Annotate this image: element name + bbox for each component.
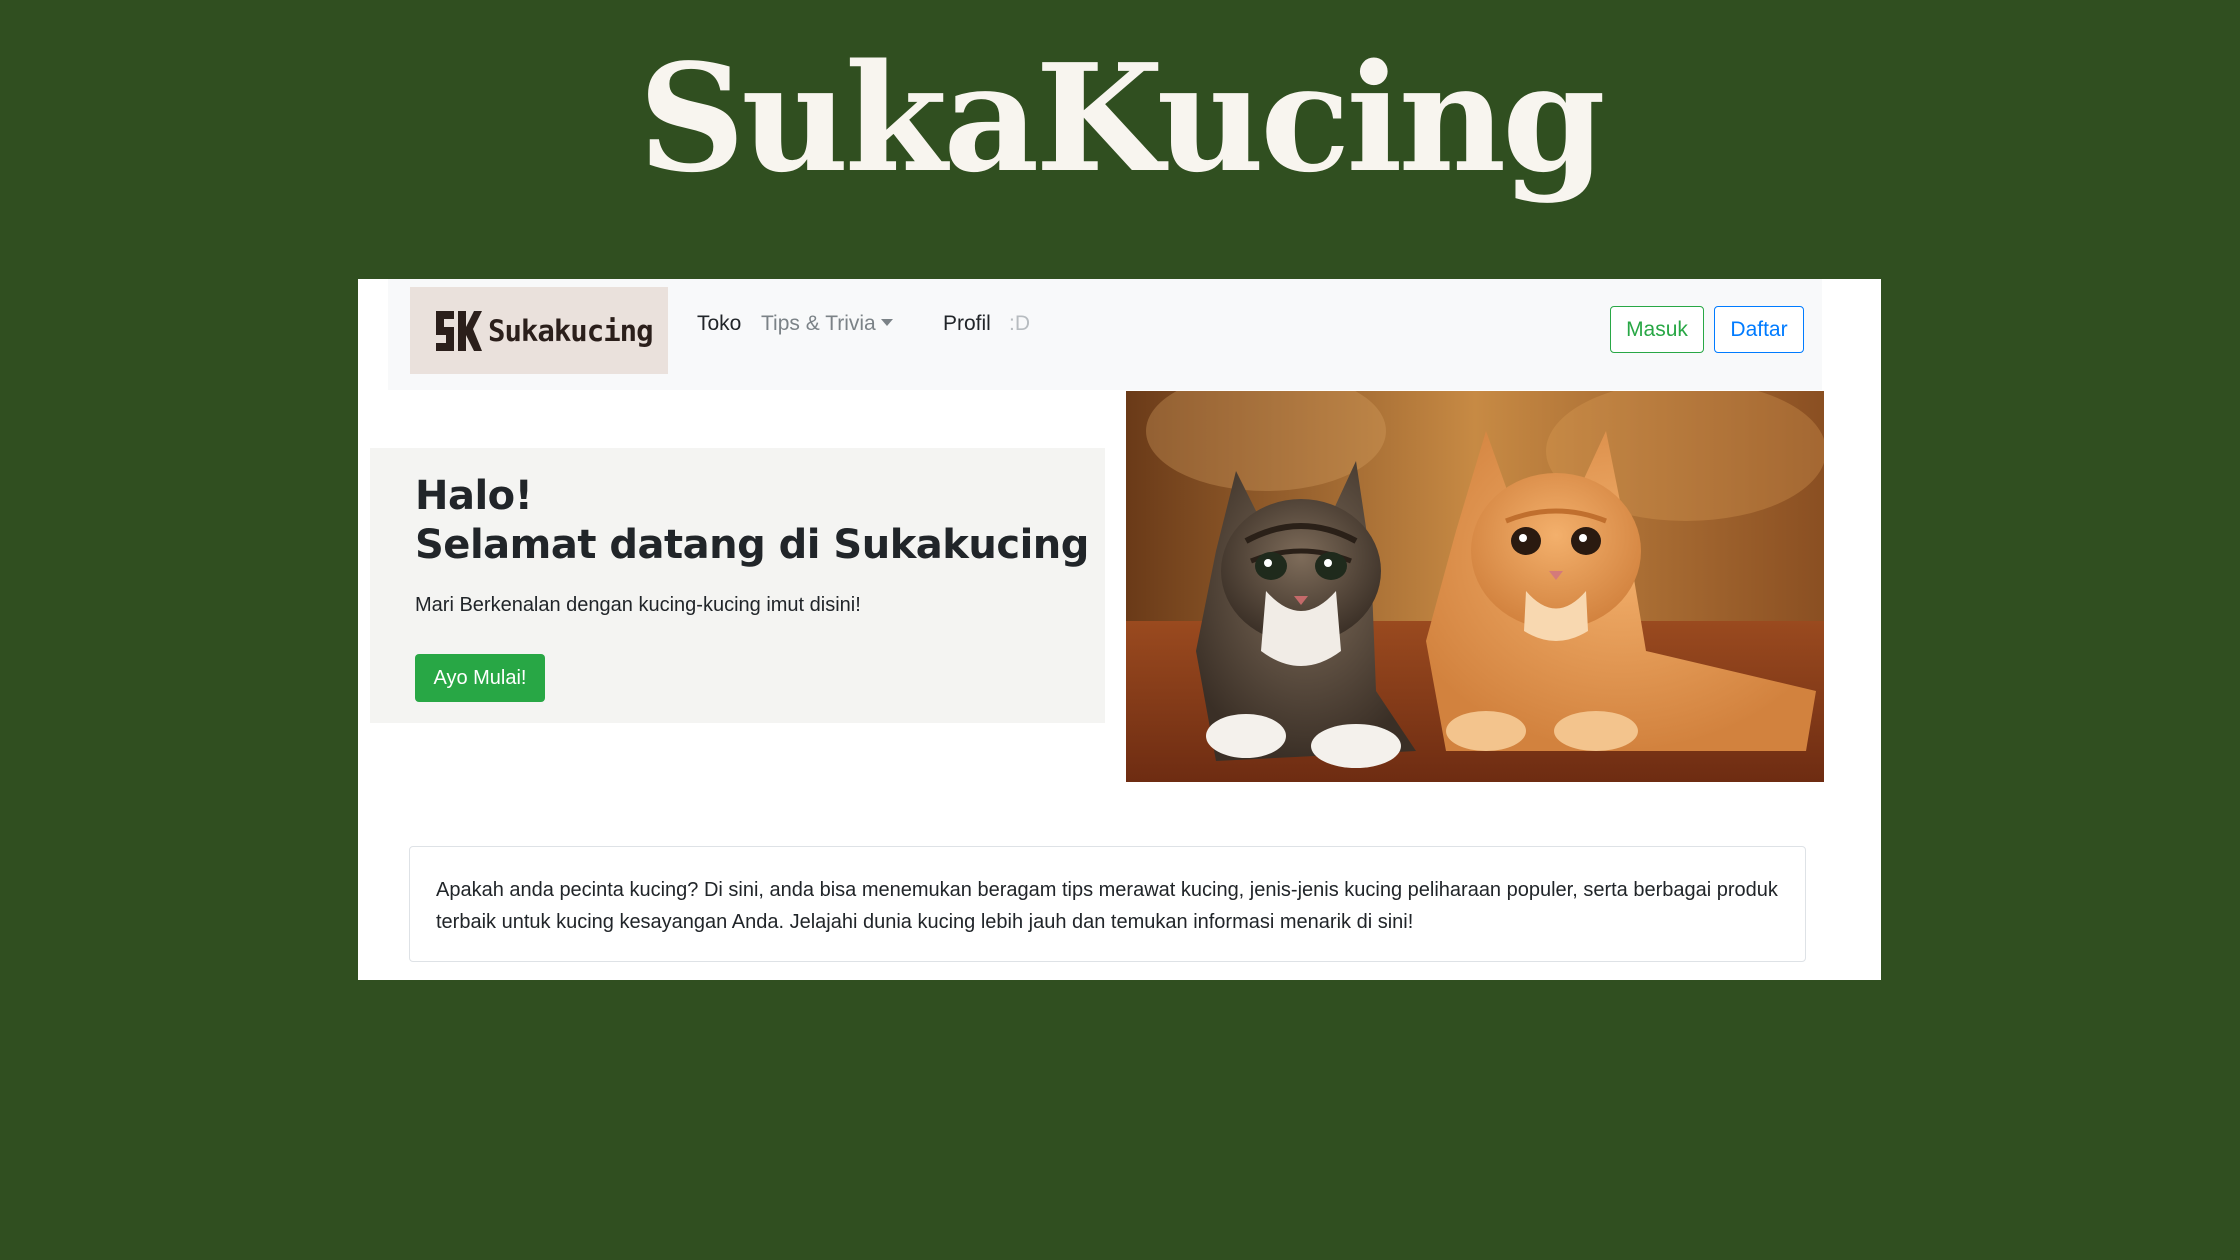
cats-photo — [1126, 391, 1824, 782]
nav-toko[interactable]: Toko — [697, 309, 741, 339]
brand-name: Sukakucing — [488, 313, 654, 348]
login-button[interactable]: Masuk — [1610, 306, 1704, 353]
banner-title: SukaKucing — [638, 31, 1605, 205]
hero-title-line2: Selamat datang di Sukakucing — [415, 522, 1089, 568]
hero-title-line1: Halo! — [415, 473, 533, 519]
nav-tips-label: Tips & Trivia — [761, 312, 876, 335]
cats-illustration — [1126, 391, 1824, 782]
navbar: Sukakucing Toko Tips & Trivia Profil :D … — [388, 279, 1822, 390]
website-screenshot: Sukakucing Toko Tips & Trivia Profil :D … — [358, 279, 1881, 980]
caret-down-icon — [880, 319, 893, 326]
hero-jumbotron: Halo! Selamat datang di Sukakucing Mari … — [370, 448, 1105, 723]
start-button[interactable]: Ayo Mulai! — [415, 654, 545, 702]
nav-tips-trivia-dropdown[interactable]: Tips & Trivia — [761, 309, 893, 339]
nav-smile[interactable]: :D — [1009, 309, 1030, 339]
sk-logo-icon — [436, 310, 482, 351]
description-card: Apakah anda pecinta kucing? Di sini, and… — [409, 846, 1806, 962]
brand-logo[interactable]: Sukakucing — [410, 287, 668, 374]
nav-profil[interactable]: Profil — [943, 309, 991, 339]
hero-title: Halo! Selamat datang di Sukakucing — [415, 472, 1089, 570]
hero-subtitle: Mari Berkenalan dengan kucing-kucing imu… — [415, 594, 861, 616]
register-button[interactable]: Daftar — [1714, 306, 1804, 353]
